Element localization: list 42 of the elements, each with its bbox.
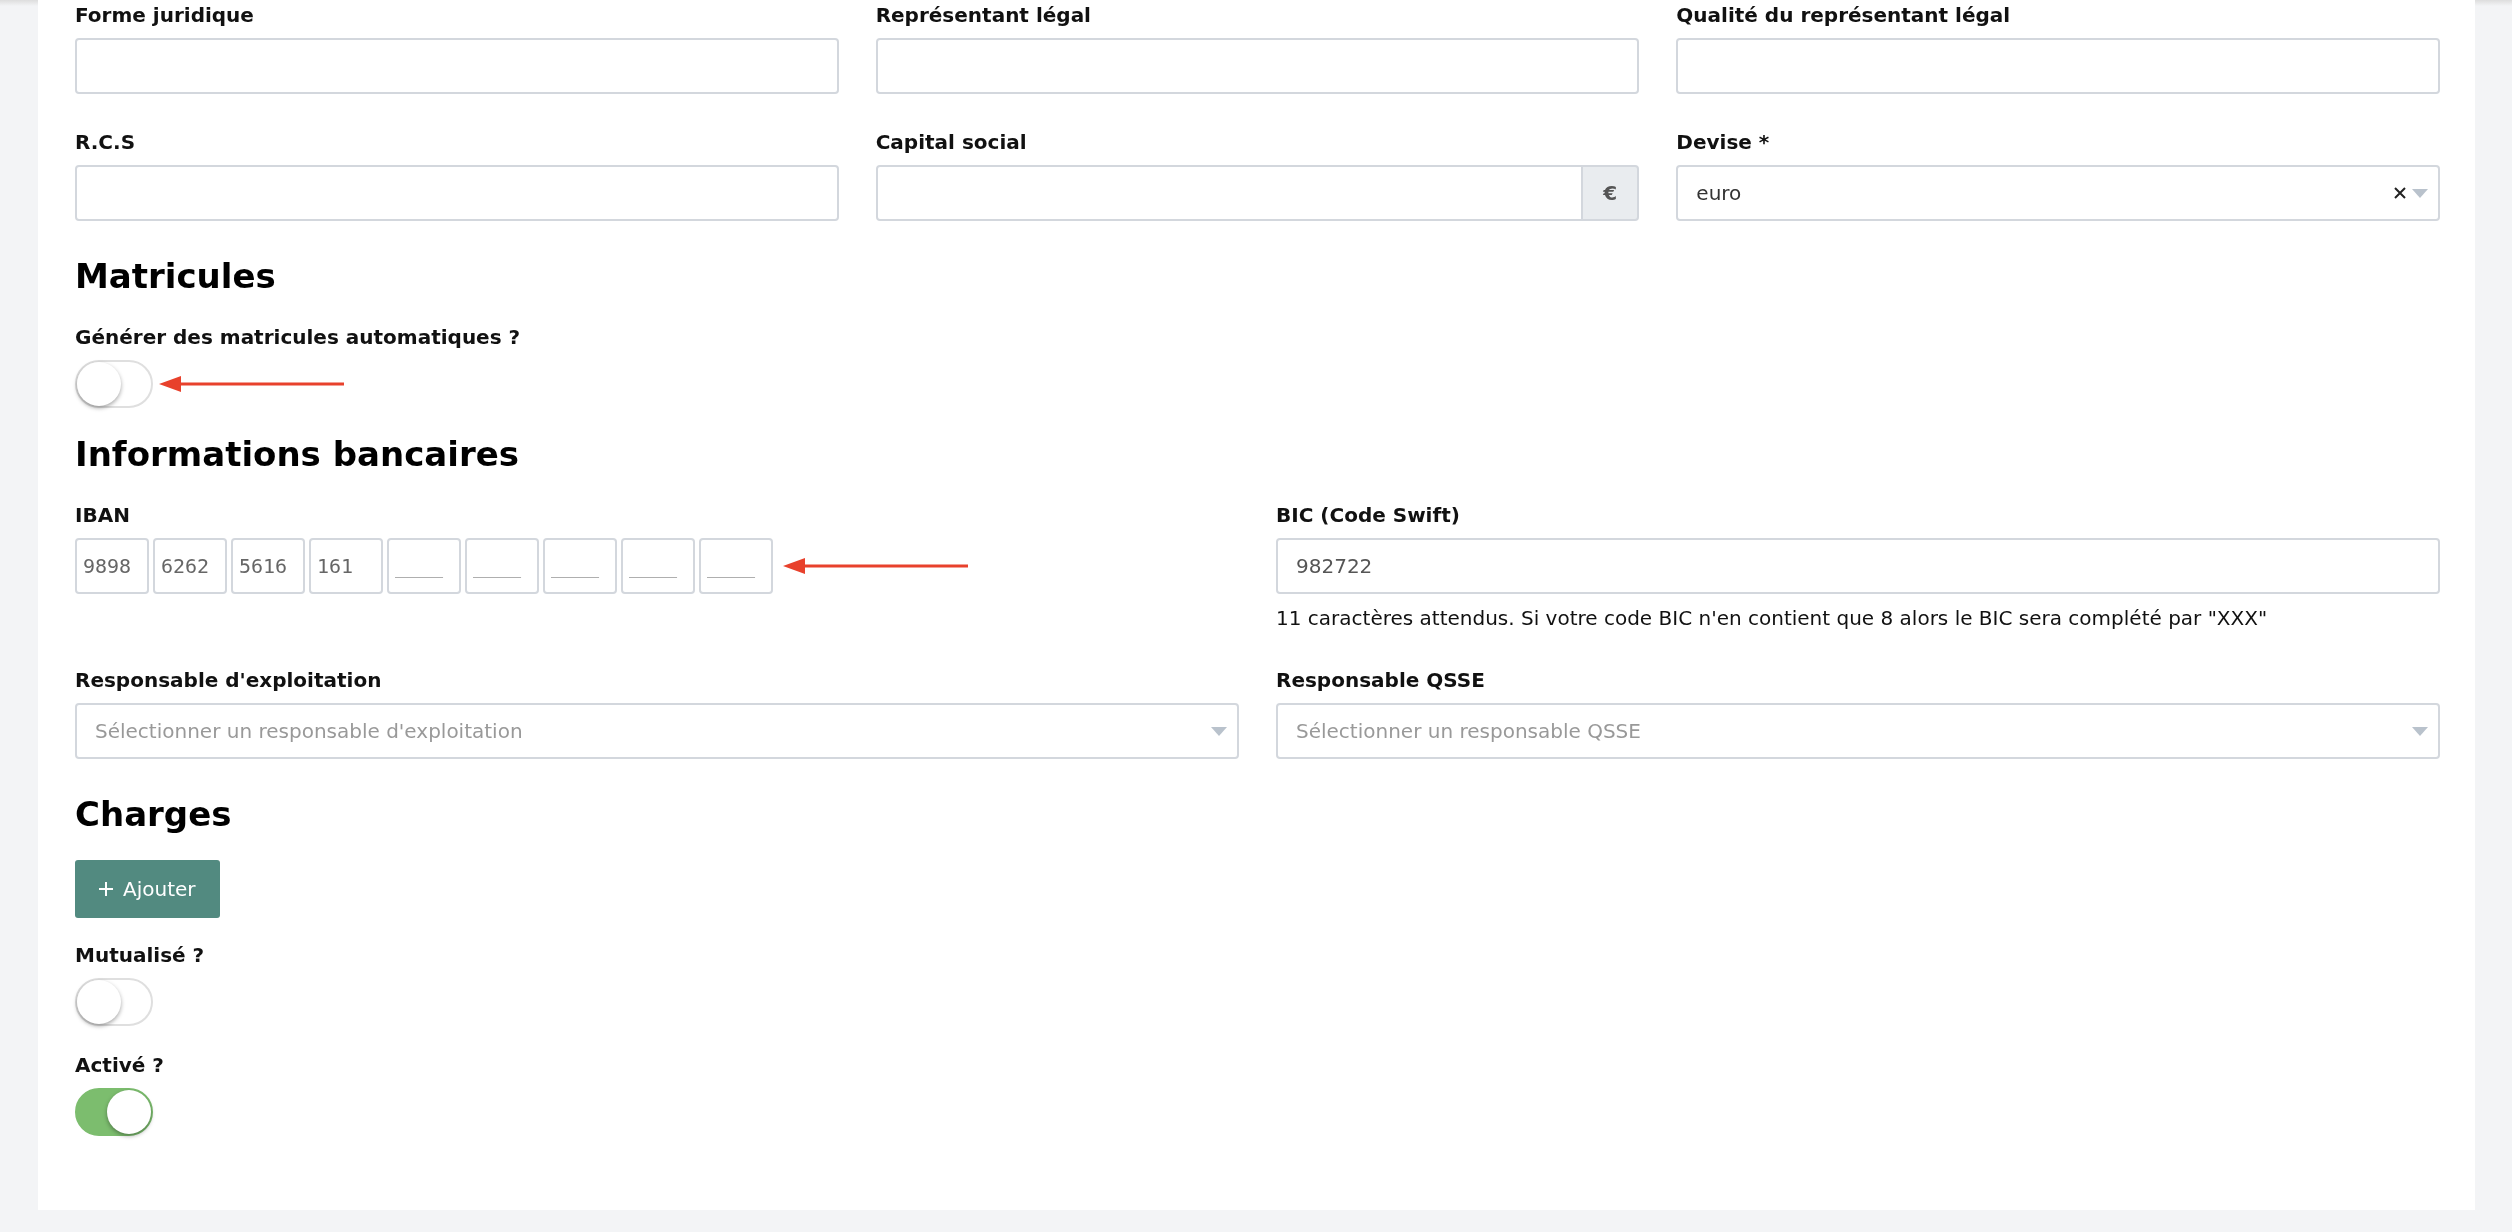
toggle-label: Générer des matricules automatiques ? [75,324,522,351]
section-heading: Charges [75,793,233,836]
add-button[interactable]: Ajouter [75,860,220,918]
iban-field[interactable]: 6262 [153,538,227,594]
field-label: Qualité du représentant légal [1676,2,2012,29]
field-label: Devise * [1676,129,1771,156]
iban-field[interactable]: 5616 [231,538,305,594]
plus-icon [99,882,113,896]
caret-icon [1211,726,1227,736]
caret-icon [2412,188,2428,198]
field-label: BIC (Code Swift) [1276,502,1461,529]
toggle-switch[interactable] [75,1088,153,1136]
currency-addon: € [1583,165,1640,221]
field-label: Représentant légal [875,2,1092,29]
text-field[interactable] [75,38,839,94]
iban-field[interactable]: ____ [387,538,461,594]
clear-icon[interactable] [2394,187,2406,199]
select-field[interactable]: Sélectionner un responsable d'exploitation [75,703,1239,759]
section-heading: Informations bancaires [75,433,520,476]
field-label: IBAN [75,502,131,529]
text-field[interactable] [875,165,1584,221]
section-heading: Matricules [75,255,277,298]
text-field[interactable] [1676,38,2440,94]
toggle-label: Activé ? [75,1052,165,1079]
field-label: Capital social [875,129,1028,156]
caret-icon [2412,726,2428,736]
iban-field[interactable]: 9898 [75,538,149,594]
iban-field[interactable]: ____ [699,538,773,594]
text-field[interactable] [875,38,1640,94]
iban-field[interactable]: ____ [465,538,539,594]
toggle-label: Mutualisé ? [75,942,206,969]
help-text: 11 caractères attendus. Si votre code BIC n'en contient que 8 alors le BIC sera complété par "XXX" [1276,605,2269,632]
iban-field[interactable]: ____ [621,538,695,594]
text-field[interactable] [75,165,839,221]
field-label: Responsable d'exploitation [75,667,383,694]
select-field[interactable]: euro [1676,165,2440,221]
field-label: Forme juridique [75,2,255,29]
iban-field[interactable]: ____ [543,538,617,594]
field-label: R.C.S [75,129,137,156]
field-label: Responsable QSSE [1276,667,1486,694]
text-field[interactable]: 982722 [1276,538,2440,594]
iban-field[interactable]: 161 [309,538,383,594]
